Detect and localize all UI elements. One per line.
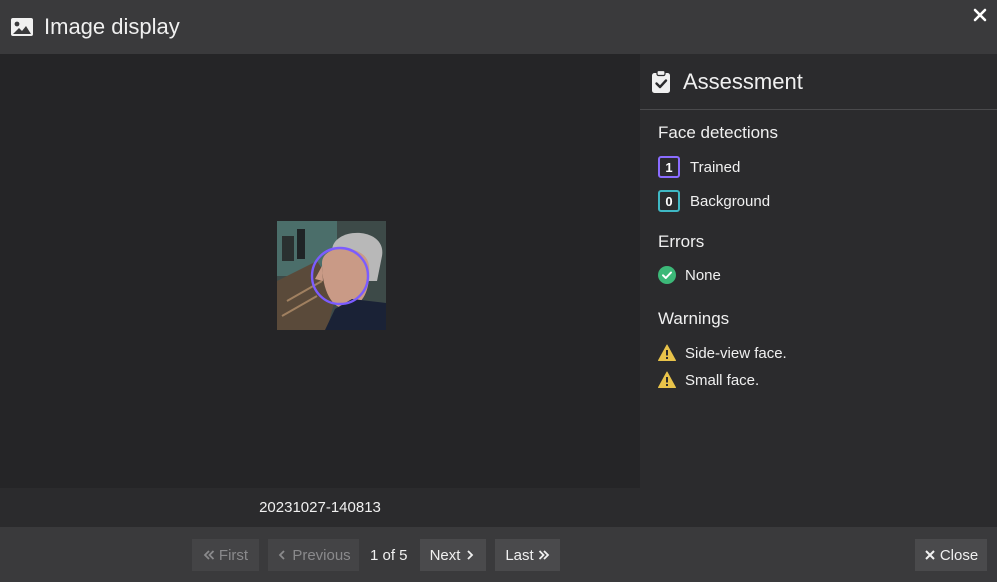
image-icon bbox=[11, 18, 33, 36]
last-button[interactable]: Last bbox=[495, 539, 560, 571]
previous-label: Previous bbox=[292, 546, 351, 564]
warning-row-side-view: Side-view face. bbox=[658, 344, 997, 362]
background-count-badge: 0 bbox=[658, 190, 680, 212]
last-label: Last bbox=[505, 546, 534, 564]
assessment-title: Assessment bbox=[683, 68, 803, 94]
dialog-footer: First Previous 1 of 5 Next Last Close bbox=[0, 527, 997, 582]
first-button[interactable]: First bbox=[192, 539, 259, 571]
assessment-panel: Assessment Face detections 1 Trained 0 B… bbox=[640, 54, 997, 527]
clipboard-check-icon bbox=[652, 69, 670, 93]
close-icon[interactable] bbox=[971, 6, 989, 24]
warning-icon bbox=[658, 344, 676, 361]
next-label: Next bbox=[429, 546, 461, 564]
previous-button[interactable]: Previous bbox=[268, 539, 359, 571]
close-icon bbox=[925, 550, 935, 560]
errors-heading: Errors bbox=[658, 232, 705, 251]
first-label: First bbox=[218, 546, 249, 564]
page-indicator: 1 of 5 bbox=[370, 546, 408, 564]
face-detections-heading: Face detections bbox=[658, 123, 779, 142]
background-label: Background bbox=[690, 192, 771, 210]
warning-small-face-label: Small face. bbox=[685, 371, 760, 389]
trained-label: Trained bbox=[690, 158, 741, 176]
trained-count-badge: 1 bbox=[658, 156, 680, 178]
face-image[interactable] bbox=[277, 221, 386, 330]
check-circle-icon bbox=[658, 266, 676, 284]
background-count-row: 0 Background bbox=[658, 190, 997, 212]
image-display-dialog: Image display 20231027-140813 Assessment… bbox=[0, 0, 997, 582]
warning-row-small-face: Small face. bbox=[658, 371, 997, 389]
trained-count-row: 1 Trained bbox=[658, 156, 997, 178]
image-caption: 20231027-140813 bbox=[0, 488, 640, 527]
dialog-header: Image display bbox=[0, 0, 997, 54]
warning-icon bbox=[658, 371, 676, 388]
chevron-left-icon bbox=[279, 550, 285, 560]
chevron-right-icon bbox=[467, 550, 474, 560]
dialog-title: Image display bbox=[44, 14, 180, 39]
assessment-header: Assessment bbox=[640, 54, 997, 110]
warnings-heading: Warnings bbox=[658, 309, 730, 328]
image-viewer bbox=[0, 54, 640, 488]
close-label: Close bbox=[939, 546, 979, 564]
double-chevron-right-icon bbox=[538, 550, 549, 560]
error-none-label: None bbox=[685, 266, 721, 284]
next-button[interactable]: Next bbox=[420, 539, 486, 571]
image-timestamp: 20231027-140813 bbox=[259, 499, 381, 516]
warning-side-view-label: Side-view face. bbox=[685, 344, 787, 362]
close-button[interactable]: Close bbox=[915, 539, 987, 571]
error-row: None bbox=[658, 266, 997, 284]
double-chevron-left-icon bbox=[203, 550, 215, 560]
